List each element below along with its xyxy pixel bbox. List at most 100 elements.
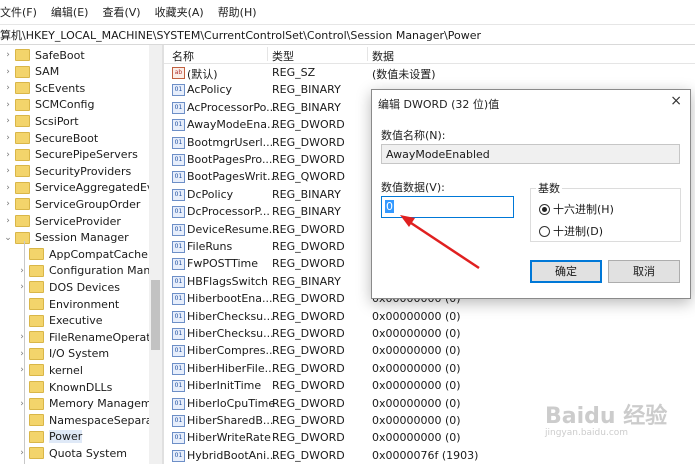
folder-icon xyxy=(15,98,30,111)
folder-icon xyxy=(29,264,44,277)
list-item[interactable]: 01 HybridBootAni... REG_DWORD 0x0000076f (1… xyxy=(164,447,695,464)
reg-binary-icon: 01 xyxy=(172,432,185,445)
value-name: HiberbootEna... xyxy=(187,292,273,306)
list-header: 名称 类型 数据 xyxy=(164,45,695,64)
chevron-icon[interactable]: › xyxy=(4,67,12,77)
folder-icon xyxy=(15,148,30,161)
tree-item[interactable]: › ServiceProvider xyxy=(4,213,121,229)
value-data-input[interactable]: 0 xyxy=(381,196,514,218)
value-type: REG_BINARY xyxy=(272,100,341,114)
tree-item[interactable]: NamespaceSeparatio xyxy=(18,412,162,428)
chevron-icon[interactable]: › xyxy=(4,100,12,110)
tree-item[interactable]: › DOS Devices xyxy=(18,279,120,295)
menu-help[interactable]: 帮助(H) xyxy=(218,4,257,20)
folder-icon xyxy=(29,331,44,344)
value-type: REG_SZ xyxy=(272,66,316,79)
column-data-header[interactable]: 数据 xyxy=(372,48,394,64)
tree-item-label: ServiceAggregatedEvent xyxy=(35,181,162,195)
tree-item[interactable]: › SecurePipeServers xyxy=(4,147,138,163)
ok-button[interactable]: 确定 xyxy=(530,260,602,283)
menu-edit[interactable]: 编辑(E) xyxy=(51,4,89,20)
chevron-icon[interactable]: › xyxy=(4,116,12,126)
tree-item[interactable]: Executive xyxy=(18,313,103,329)
tree-item[interactable]: › ServiceGroupOrder xyxy=(4,196,140,212)
list-item[interactable]: ab (默认) REG_SZ (数值未设置) xyxy=(164,64,695,81)
list-item[interactable]: 01 HiberCompres... REG_DWORD 0x00000000 (0) xyxy=(164,342,695,359)
tree-item[interactable]: Power xyxy=(18,429,83,445)
value-data: 0x00000000 (0) xyxy=(372,379,461,393)
tree-item[interactable]: › ScEvents xyxy=(4,80,85,96)
chevron-icon[interactable]: › xyxy=(4,216,12,226)
column-name-header[interactable]: 名称 xyxy=(172,48,194,64)
menu-view[interactable]: 查看(V) xyxy=(102,4,140,20)
value-name: HiberChecksu... xyxy=(187,327,274,340)
tree-item[interactable]: › SafeBoot xyxy=(4,47,85,63)
chevron-icon[interactable]: ⌄ xyxy=(4,233,12,243)
tree-item[interactable]: KnownDLLs xyxy=(18,379,112,395)
list-item[interactable]: 01 HiberHiberFile... REG_DWORD 0x00000000 (… xyxy=(164,360,695,377)
tree-item[interactable]: Environment xyxy=(18,296,119,312)
baidu-watermark: Baidu 经验 jingyan.baidu.com xyxy=(545,398,667,438)
tree-item[interactable]: › SecurityProviders xyxy=(4,163,131,179)
cancel-button[interactable]: 取消 xyxy=(608,260,680,283)
tree-item-label: Quota System xyxy=(49,446,127,460)
value-name: BootPagesWrit... xyxy=(187,170,278,184)
tree-scrollbar[interactable] xyxy=(149,45,162,464)
list-item[interactable]: 01 HiberChecksu... REG_DWORD 0x00000000 (0) xyxy=(164,308,695,325)
value-name: DeviceResume... xyxy=(187,222,280,236)
reg-binary-icon: 01 xyxy=(172,258,185,271)
list-item[interactable]: 01 HiberInitTime REG_DWORD 0x00000000 (0) xyxy=(164,377,695,394)
menu-file[interactable]: 文件(F) xyxy=(0,4,37,20)
tree-item[interactable]: › Quota System xyxy=(18,445,127,461)
tree-item[interactable]: ⌄ Session Manager xyxy=(4,230,128,246)
tree-item-label: SecurePipeServers xyxy=(35,148,138,162)
base-group-label: 基数 xyxy=(536,180,562,196)
value-type: REG_BINARY xyxy=(272,187,341,201)
menu-favorites[interactable]: 收藏夹(A) xyxy=(155,4,204,20)
tree-item[interactable]: › ScsiPort xyxy=(4,113,78,129)
chevron-icon[interactable]: › xyxy=(4,83,12,93)
chevron-icon[interactable]: › xyxy=(4,183,12,193)
chevron-icon[interactable]: › xyxy=(4,199,12,209)
chevron-icon[interactable]: › xyxy=(4,50,12,60)
tree-item[interactable]: › SAM xyxy=(4,64,59,80)
tree-item[interactable]: › SCMConfig xyxy=(4,97,94,113)
close-icon[interactable]: × xyxy=(670,93,682,109)
reg-binary-icon: 01 xyxy=(172,345,185,358)
radio-dec[interactable]: 十进制(D) xyxy=(539,223,603,239)
tree-item[interactable]: › ServiceAggregatedEvent xyxy=(4,180,162,196)
chevron-icon[interactable]: › xyxy=(4,166,12,176)
reg-binary-icon: 01 xyxy=(172,84,185,97)
tree-item[interactable]: › Memory Managemer xyxy=(18,396,162,412)
tree-item-label: I/O System xyxy=(49,347,110,361)
value-type: REG_DWORD xyxy=(272,448,345,462)
reg-binary-icon: 01 xyxy=(172,206,185,219)
list-item[interactable]: 01 HiberChecksu... REG_DWORD 0x00000000 (0) xyxy=(164,325,695,342)
chevron-icon[interactable]: › xyxy=(4,150,12,160)
address-bar[interactable]: 算机\HKEY_LOCAL_MACHINE\SYSTEM\CurrentCont… xyxy=(0,25,695,45)
tree-scrollbar-thumb[interactable] xyxy=(151,280,160,350)
folder-icon xyxy=(29,314,44,327)
radio-hex-indicator[interactable] xyxy=(539,203,550,215)
tree-item-label: SAM xyxy=(35,65,60,79)
value-type: REG_DWORD xyxy=(272,309,345,323)
tree-item[interactable]: › Configuration Manag xyxy=(18,263,162,279)
reg-binary-icon: 01 xyxy=(172,188,185,201)
column-type-header[interactable]: 类型 xyxy=(272,48,294,64)
reg-binary-icon: 01 xyxy=(172,310,185,323)
value-type: REG_BINARY xyxy=(272,205,341,219)
reg-binary-icon: 01 xyxy=(172,415,185,427)
folder-icon xyxy=(29,364,44,377)
radio-dec-indicator[interactable] xyxy=(539,225,550,237)
value-type: REG_DWORD xyxy=(272,292,345,306)
tree-item[interactable]: › kernel xyxy=(18,362,83,378)
value-type: REG_DWORD xyxy=(272,361,345,375)
chevron-icon[interactable]: › xyxy=(4,133,12,143)
tree-item[interactable]: › FileRenameOperation xyxy=(18,329,162,345)
radio-hex[interactable]: 十六进制(H) xyxy=(539,201,614,217)
value-name: AwayModeEna... xyxy=(187,118,278,132)
tree-item[interactable]: AppCompatCache xyxy=(18,246,148,262)
reg-binary-icon: 01 xyxy=(172,328,185,340)
tree-item[interactable]: › I/O System xyxy=(18,346,109,362)
tree-item[interactable]: › SecureBoot xyxy=(4,130,98,146)
